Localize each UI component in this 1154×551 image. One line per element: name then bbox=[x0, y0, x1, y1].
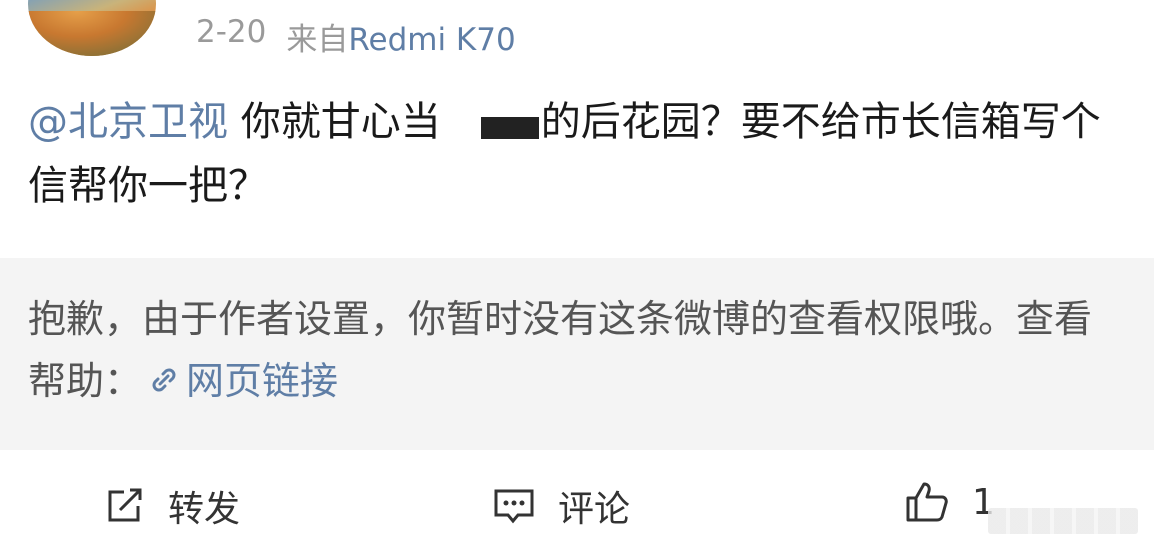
avatar-image bbox=[28, 11, 156, 56]
share-label: 转发 bbox=[168, 489, 241, 530]
web-link[interactable]: 网页链接 bbox=[142, 359, 338, 403]
post-meta: 2-20 来自Redmi K70 bbox=[196, 14, 516, 59]
like-button[interactable]: 1 bbox=[904, 480, 995, 524]
redaction-mark bbox=[480, 111, 539, 139]
post-date: 2-20 bbox=[196, 14, 267, 50]
comment-icon bbox=[494, 489, 534, 524]
post-text-part1: 你就甘心当 bbox=[228, 99, 441, 145]
notice-text-block: 抱歉，由于作者设置，你暂时没有这条微博的查看权限哦。查看帮助： 网页链接 bbox=[28, 288, 1108, 412]
web-link-label: 网页链接 bbox=[186, 359, 339, 403]
comment-button[interactable]: 评论 bbox=[492, 480, 630, 532]
link-icon bbox=[152, 368, 176, 392]
permission-notice: 抱歉，由于作者设置，你暂时没有这条微博的查看权限哦。查看帮助： 网页链接 bbox=[0, 258, 1154, 450]
action-bar: 转发 评论 1 bbox=[0, 460, 1154, 551]
comment-label: 评论 bbox=[558, 489, 631, 530]
share-icon bbox=[108, 488, 142, 522]
avatar[interactable] bbox=[28, 0, 156, 56]
post-content: @北京卫视 你就甘心当 的后花园？要不给市长信箱写个信帮你一把？ bbox=[28, 90, 1128, 218]
source-prefix: 来自 bbox=[286, 22, 349, 58]
share-button[interactable]: 转发 bbox=[104, 480, 240, 532]
post-source: 来自Redmi K70 bbox=[286, 14, 515, 59]
device-name: Redmi K70 bbox=[348, 22, 516, 58]
mention-link[interactable]: @北京卫视 bbox=[28, 99, 228, 145]
thumbs-up-icon bbox=[906, 482, 948, 522]
watermark bbox=[988, 508, 1138, 534]
